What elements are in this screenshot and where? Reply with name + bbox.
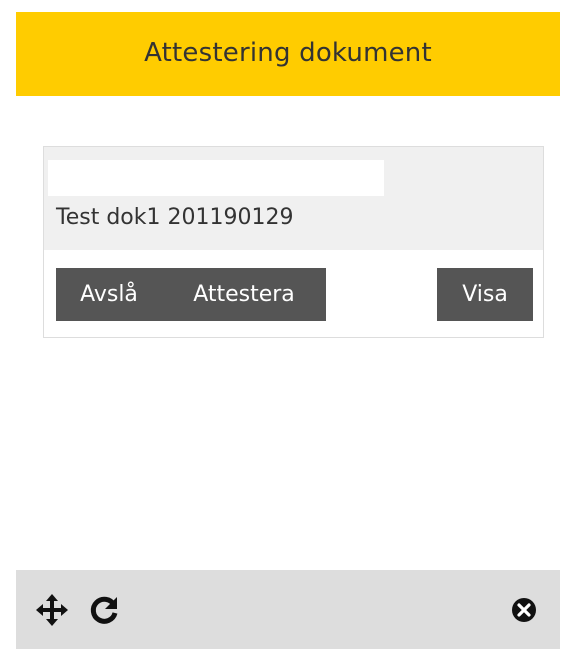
close-icon[interactable] (506, 592, 542, 628)
document-title: Test dok1 201190129 (56, 205, 294, 230)
widget-header: Attestering dokument (16, 12, 560, 96)
move-icon[interactable] (34, 592, 70, 628)
widget-footer (16, 570, 560, 649)
document-card: Test dok1 201190129 Avslå Attestera Visa (43, 146, 544, 338)
widget-title: Attestering dokument (144, 38, 432, 68)
approve-button[interactable]: Attestera (162, 268, 326, 321)
document-comment-field[interactable] (48, 160, 384, 196)
refresh-icon[interactable] (86, 592, 122, 628)
reject-button[interactable]: Avslå (56, 268, 162, 321)
show-button[interactable]: Visa (437, 268, 533, 321)
widget-body: Test dok1 201190129 Avslå Attestera Visa (16, 96, 560, 570)
document-card-header: Test dok1 201190129 (44, 147, 543, 250)
attestation-widget: Attestering dokument Test dok1 201190129… (16, 12, 560, 649)
